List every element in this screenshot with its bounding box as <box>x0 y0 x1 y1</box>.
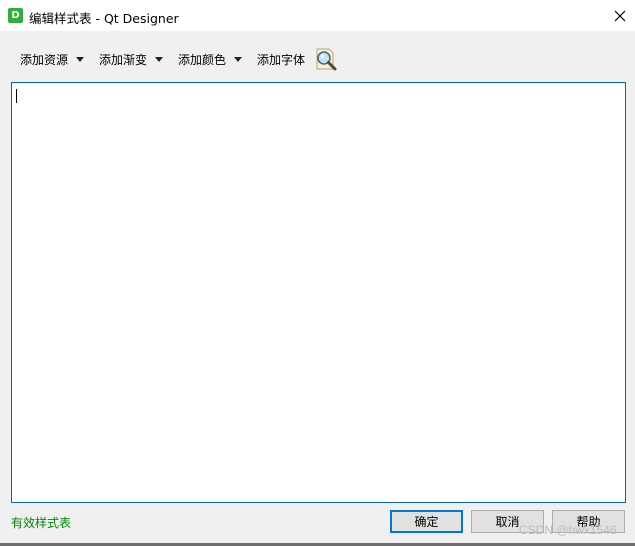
add-font-label: 添加字体 <box>257 52 306 67</box>
add-gradient-button[interactable]: 添加渐变 <box>93 44 172 74</box>
dropdown-arrow-icon[interactable] <box>234 56 243 62</box>
close-button[interactable] <box>605 0 635 31</box>
add-resource-button[interactable]: 添加资源 <box>14 44 93 74</box>
add-gradient-label: 添加渐变 <box>99 52 148 67</box>
validity-status: 有效样式表 <box>11 516 72 530</box>
magnifier-icon <box>316 48 337 71</box>
dropdown-arrow-icon[interactable] <box>76 56 85 62</box>
stylesheet-editor[interactable] <box>11 82 626 503</box>
toolbar: 添加资源 添加渐变 添加颜色 添加字体 <box>14 44 341 74</box>
ok-button[interactable]: 确定 <box>390 510 463 533</box>
add-resource-label: 添加资源 <box>20 52 69 67</box>
add-color-button[interactable]: 添加颜色 <box>172 44 251 74</box>
watermark: CSDN @hwx1546 <box>519 523 617 537</box>
find-button[interactable] <box>311 44 341 74</box>
add-color-label: 添加颜色 <box>178 52 227 67</box>
title-bar: D 编辑样式表 - Qt Designer <box>0 0 635 31</box>
dropdown-arrow-icon[interactable] <box>155 56 164 62</box>
window-title: 编辑样式表 - Qt Designer <box>29 11 179 26</box>
text-caret <box>16 89 17 103</box>
close-icon <box>614 10 626 21</box>
add-font-button[interactable]: 添加字体 <box>251 44 311 74</box>
qt-designer-app-icon: D <box>8 8 23 23</box>
